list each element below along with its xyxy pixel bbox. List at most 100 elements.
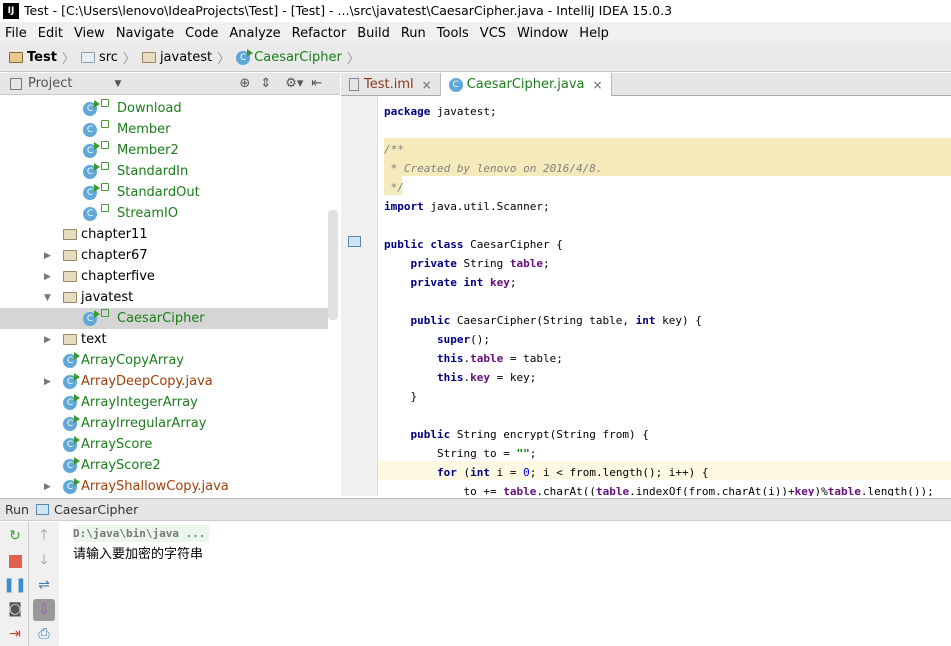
menu-tools[interactable]: Tools [437, 26, 469, 41]
menu-code[interactable]: Code [185, 26, 218, 41]
code-token: = table; [503, 352, 563, 365]
code-token: this [384, 352, 464, 365]
close-icon[interactable]: × [593, 78, 603, 92]
camera-icon[interactable]: ◙ [6, 600, 24, 618]
project-view-icon [10, 77, 22, 90]
collapsed-arrow-icon[interactable]: ▶ [44, 335, 51, 345]
code-token: private [384, 257, 457, 270]
code-editor[interactable]: package javatest; /** * Created by lenovo… [378, 96, 951, 496]
tree-item[interactable]: C StandardIn [0, 161, 328, 182]
tree-item[interactable]: ▶ chapterfive [0, 266, 328, 287]
menu-view[interactable]: View [74, 26, 105, 41]
code-token: super [384, 333, 471, 346]
gear-icon[interactable]: ⚙▾ [285, 76, 303, 91]
menu-file[interactable]: File [5, 26, 27, 41]
expanded-arrow-icon[interactable]: ▼ [44, 293, 51, 303]
tree-item[interactable]: ▶ text [0, 329, 328, 350]
class-icon: C [63, 372, 80, 389]
collapsed-arrow-icon[interactable]: ▶ [44, 482, 51, 492]
code-token: .length()); [860, 485, 934, 496]
run-class-gutter-icon[interactable] [348, 236, 361, 247]
exit-icon[interactable]: ⇥ [6, 625, 24, 643]
collapsed-arrow-icon[interactable]: ▶ [44, 272, 51, 282]
lock-icon [101, 309, 109, 317]
tree-item-label: chapter67 [81, 248, 148, 263]
class-icon: C [448, 77, 463, 92]
breadcrumb-caesarcipher[interactable]: C CaesarCipher 〉 [236, 48, 360, 67]
code-line: to += table.charAt((table.indexOf(from.c… [384, 482, 934, 496]
menu-build[interactable]: Build [357, 26, 390, 41]
code-token: } [384, 390, 418, 403]
close-icon[interactable]: × [422, 78, 432, 92]
tree-item[interactable]: C ArrayIntegerArray [0, 392, 328, 413]
breadcrumb-src[interactable]: src 〉 [80, 48, 136, 67]
tree-scrollbar[interactable] [328, 210, 338, 320]
console-output[interactable]: D:\java\bin\java ... 请输入要加密的字符串 [59, 522, 951, 646]
tree-item-label: Member [117, 122, 171, 137]
tree-item[interactable]: C ArrayScore2 [0, 455, 328, 476]
menu-analyze[interactable]: Analyze [229, 26, 280, 41]
tree-item[interactable]: ▼ javatest [0, 287, 328, 308]
menu-run[interactable]: Run [401, 26, 426, 41]
tree-item[interactable]: C CaesarCipher [0, 308, 328, 329]
chevron-down-icon[interactable]: ▼ [114, 79, 121, 89]
tree-item[interactable]: C Download [0, 98, 328, 119]
code-token: int [635, 314, 656, 327]
code-token: key [489, 276, 510, 289]
code-token: public [384, 314, 451, 327]
lock-icon [101, 183, 109, 191]
tab-test-iml[interactable]: Test.iml × [341, 73, 440, 96]
pause-icon[interactable]: ❚❚ [3, 576, 26, 594]
class-icon: C [63, 351, 80, 368]
collapsed-arrow-icon[interactable]: ▶ [44, 251, 51, 261]
scroll-to-end-icon[interactable]: ⇩ [33, 599, 55, 621]
code-token: String encrypt(String from) { [450, 428, 649, 441]
breadcrumb-test[interactable]: Test 〉 [9, 48, 75, 67]
menu-edit[interactable]: Edit [38, 26, 63, 41]
rerun-icon[interactable]: ↻ [6, 527, 24, 545]
menu-window[interactable]: Window [517, 26, 568, 41]
tree-item[interactable]: C StandardOut [0, 182, 328, 203]
menu-refactor[interactable]: Refactor [292, 26, 347, 41]
code-line: this.table = table; [384, 349, 563, 368]
stop-icon[interactable] [6, 552, 24, 570]
tree-item[interactable]: ▶ C ArrayDeepCopy.java [0, 371, 328, 392]
collapse-all-icon[interactable]: ⇕ [260, 76, 271, 91]
code-token: String [456, 257, 510, 270]
class-icon: C [63, 414, 80, 431]
collapsed-arrow-icon[interactable]: ▶ [44, 377, 51, 387]
breadcrumb-javatest[interactable]: javatest 〉 [141, 48, 230, 67]
code-token: ; [542, 257, 550, 270]
menu-vcs[interactable]: VCS [480, 26, 506, 41]
run-config-tab[interactable]: CaesarCipher [54, 502, 138, 517]
tree-item[interactable]: chapter11 [0, 224, 328, 245]
menu-navigate[interactable]: Navigate [116, 26, 174, 41]
tree-item[interactable]: ▶ C ArrayShallowCopy.java [0, 476, 328, 496]
tab-caesarcipher-java[interactable]: C CaesarCipher.java × [439, 73, 612, 96]
code-token: )% [814, 485, 828, 496]
tree-item[interactable]: C ArrayIrregularArray [0, 413, 328, 434]
arrow-down-icon[interactable]: 🡓 [35, 552, 53, 570]
tree-item[interactable]: C ArrayCopyArray [0, 350, 328, 371]
project-panel-header: Project ▼ ⊕ ⇕ ⚙▾ ⇤ [0, 73, 340, 95]
soft-wrap-icon[interactable]: ⇌ [35, 576, 53, 594]
code-token: table [470, 352, 504, 365]
menu-help[interactable]: Help [579, 26, 609, 41]
module-folder-icon [9, 52, 23, 63]
scroll-from-source-icon[interactable]: ⊕ [239, 76, 250, 91]
run-config-icon [35, 504, 49, 515]
project-view-selector[interactable]: Project [28, 76, 72, 91]
tree-item[interactable]: C Member [0, 119, 328, 140]
package-icon [63, 271, 77, 282]
tree-item[interactable]: C StreamIO [0, 203, 328, 224]
tree-item[interactable]: ▶ chapter67 [0, 245, 328, 266]
arrow-up-icon[interactable]: 🡑 [35, 527, 53, 545]
tree-item[interactable]: C Member2 [0, 140, 328, 161]
code-line: import java.util.Scanner; [384, 197, 550, 216]
package-icon [63, 229, 77, 240]
code-token: String to = [384, 447, 517, 460]
tree-item[interactable]: C ArrayScore [0, 434, 328, 455]
print-icon[interactable]: ⎙ [35, 625, 53, 643]
code-token: * Created by lenovo on 2016/4/8. [384, 162, 603, 175]
hide-panel-icon[interactable]: ⇤ [311, 76, 322, 91]
